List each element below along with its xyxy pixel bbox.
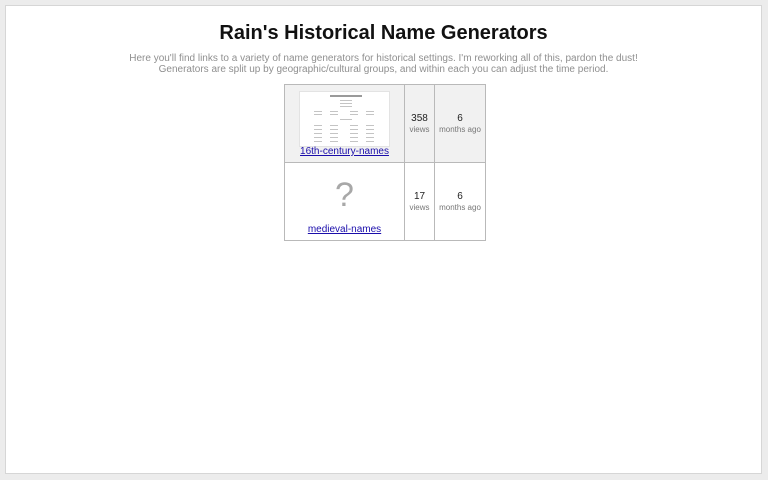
intro-text: Here you'll find links to a variety of n… <box>6 53 761 75</box>
intro-line-2: Generators are split up by geographic/cu… <box>158 64 609 75</box>
age-label: months ago <box>439 124 481 134</box>
view-count: 358 <box>411 112 428 124</box>
generator-link-16th-century[interactable]: 16th-century-names <box>285 146 404 157</box>
view-label: views <box>409 202 430 212</box>
intro-line-1: Here you'll find links to a variety of n… <box>129 53 638 64</box>
views-cell: 17 views <box>404 162 435 241</box>
page-title: Rain's Historical Name Generators <box>219 22 548 44</box>
view-count: 17 <box>413 190 426 202</box>
generator-link-medieval[interactable]: medieval-names <box>285 224 404 235</box>
table-row: ? medieval-names 17 views 6 months ago <box>284 162 486 241</box>
age-value: 6 <box>457 190 463 202</box>
views-cell: 358 views <box>404 84 435 163</box>
generator-thumbnail-cell[interactable]: ? medieval-names <box>284 162 405 241</box>
page-preview-thumbnail[interactable] <box>299 91 390 147</box>
table-row: 16th-century-names 358 views 6 months ag… <box>284 84 486 163</box>
age-cell: 6 months ago <box>434 84 486 163</box>
generator-table: 16th-century-names 358 views 6 months ag… <box>284 84 486 241</box>
page-container: Rain's Historical Name Generators Here y… <box>5 5 762 474</box>
view-label: views <box>409 124 430 134</box>
generator-thumbnail-cell[interactable]: 16th-century-names <box>284 84 405 163</box>
question-mark-icon[interactable]: ? <box>285 175 404 215</box>
age-cell: 6 months ago <box>434 162 486 241</box>
age-label: months ago <box>439 202 481 212</box>
age-value: 6 <box>457 112 463 124</box>
